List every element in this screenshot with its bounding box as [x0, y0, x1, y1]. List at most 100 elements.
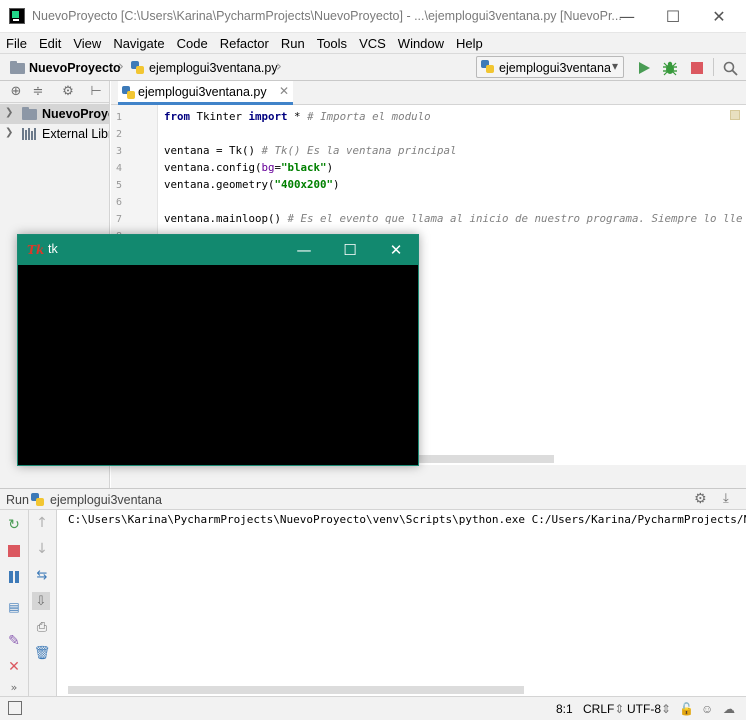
- line-number: 3: [116, 146, 123, 157]
- breadcrumb-chevron-icon: ›: [118, 57, 124, 75]
- pin-icon[interactable]: ✎: [5, 632, 23, 650]
- tk-maximize-button[interactable]: ☐: [327, 235, 373, 265]
- tk-title-bar[interactable]: Tk tk — ☐ ✕: [18, 235, 418, 265]
- arrow-up-icon[interactable]: ↑: [33, 514, 51, 532]
- stop-icon: [691, 62, 703, 74]
- code-line-7: ventana.mainloop() # Es el evento que ll…: [164, 212, 743, 225]
- editor-bottom-area: [111, 465, 746, 488]
- folder-icon: [10, 61, 25, 74]
- toolbar-separator: [713, 58, 714, 76]
- code-line-1: from Tkinter import * # Importa el modul…: [164, 110, 431, 123]
- tree-item-project[interactable]: ❯ NuevoProye: [0, 104, 110, 124]
- event-log-icon[interactable]: ☁: [723, 702, 735, 716]
- locate-target-icon[interactable]: ⊕: [9, 85, 23, 99]
- tree-item-label: External Libra: [42, 127, 109, 141]
- libraries-icon: [22, 128, 36, 140]
- menu-window[interactable]: Window: [398, 36, 444, 51]
- run-panel-title: Run: [6, 493, 29, 507]
- lock-icon[interactable]: 🔓: [679, 702, 694, 716]
- print-icon[interactable]: ⎙: [33, 618, 51, 636]
- python-file-icon: [122, 86, 136, 100]
- breadcrumb-project[interactable]: NuevoProyecto: [29, 61, 121, 75]
- hide-panel-icon[interactable]: ⤓: [723, 491, 729, 506]
- tree-item-label: NuevoProye: [42, 107, 110, 121]
- window-title: NuevoProyecto [C:\Users\Karina\PycharmPr…: [32, 9, 622, 23]
- menu-file[interactable]: File: [6, 36, 27, 51]
- tk-minimize-button[interactable]: —: [281, 235, 327, 265]
- console-horizontal-scrollbar[interactable]: [68, 686, 524, 694]
- inspector-icon[interactable]: ☺: [701, 702, 713, 716]
- run-config-tab[interactable]: ejemplogui3ventana: [50, 493, 162, 507]
- menu-tools[interactable]: Tools: [317, 36, 347, 51]
- gear-icon[interactable]: ⚙: [61, 85, 75, 99]
- soft-wrap-icon[interactable]: ⇆: [33, 566, 51, 584]
- stop-button[interactable]: [686, 57, 708, 79]
- rerun-icon[interactable]: ↻: [5, 516, 23, 534]
- tk-window-body[interactable]: [18, 265, 418, 465]
- maximize-button[interactable]: ☐: [650, 0, 696, 33]
- tab-ejemplogui3ventana[interactable]: ejemplogui3ventana.py ✕: [118, 81, 293, 105]
- run-icon: [639, 62, 650, 74]
- restore-layout-icon[interactable]: ▤: [5, 598, 23, 616]
- run-console[interactable]: C:\Users\Karina\PycharmProjects\NuevoPro…: [58, 510, 746, 686]
- scroll-to-end-icon[interactable]: ⇩: [32, 592, 50, 610]
- search-everywhere-button[interactable]: [719, 57, 741, 79]
- breadcrumb-file[interactable]: ejemplogui3ventana.py: [149, 61, 278, 75]
- caret-position[interactable]: 8:1: [556, 702, 573, 716]
- tk-close-button[interactable]: ✕: [373, 235, 419, 265]
- menu-run[interactable]: Run: [281, 36, 305, 51]
- tool-windows-icon[interactable]: [8, 701, 22, 715]
- inspection-status-icon[interactable]: [730, 110, 740, 120]
- gear-icon[interactable]: ⚙: [694, 491, 707, 507]
- close-tab-icon[interactable]: ✕: [279, 84, 289, 98]
- chevron-down-icon: ▾: [611, 59, 618, 73]
- line-number: 2: [116, 129, 123, 140]
- run-tool-window-header: Run ejemplogui3ventana ⚙ ⤓: [0, 488, 746, 510]
- tk-window[interactable]: Tk tk — ☐ ✕: [17, 234, 419, 466]
- code-line-5: ventana.geometry("400x200"): [164, 178, 340, 191]
- close-icon[interactable]: ✕: [5, 658, 23, 676]
- file-encoding-selector[interactable]: UTF-8⇕: [627, 702, 671, 716]
- code-line-3: ventana = Tk() # Tk() Es la ventana prin…: [164, 144, 457, 157]
- run-configuration-label: ejemplogui3ventana: [499, 61, 611, 75]
- line-number: 5: [116, 180, 123, 191]
- pycharm-logo-icon: [9, 8, 25, 24]
- navigation-bar: NuevoProyecto › ejemplogui3ventana.py › …: [0, 53, 746, 81]
- collapse-all-icon[interactable]: ≑: [31, 85, 45, 99]
- line-number: 7: [116, 214, 123, 225]
- run-button[interactable]: [633, 57, 655, 79]
- python-file-icon: [481, 60, 495, 74]
- tree-item-external-libraries[interactable]: ❯ External Libra: [0, 124, 109, 144]
- menu-refactor[interactable]: Refactor: [220, 36, 269, 51]
- bug-icon: [663, 61, 677, 76]
- console-output-line: C:\Users\Karina\PycharmProjects\NuevoPro…: [68, 513, 746, 526]
- breadcrumb-chevron-icon: ›: [276, 57, 282, 75]
- more-icon[interactable]: »: [5, 678, 23, 696]
- arrow-down-icon[interactable]: ↓: [33, 540, 51, 558]
- menu-view[interactable]: View: [73, 36, 101, 51]
- chevron-right-icon[interactable]: ❯: [5, 127, 13, 138]
- search-icon: [723, 61, 738, 76]
- run-panel-toolbar: ↻ ▤ ✎ ✕ » ↑ ↓ ⇆ ⇩ ⎙ 🗑: [0, 510, 57, 696]
- debug-button[interactable]: [659, 57, 681, 79]
- run-configuration-selector[interactable]: ejemplogui3ventana ▾: [476, 56, 624, 78]
- editor-horizontal-scrollbar[interactable]: [418, 455, 554, 463]
- project-toolbar: ⊕ ≑ ⚙ ⊢: [0, 81, 109, 103]
- hide-panel-icon[interactable]: ⊢: [89, 85, 103, 99]
- toolbar-separator: [28, 510, 29, 696]
- menu-help[interactable]: Help: [456, 36, 483, 51]
- tk-window-title: tk: [48, 242, 58, 256]
- line-number: 6: [116, 197, 123, 208]
- minimize-button[interactable]: —: [604, 0, 650, 33]
- line-separator-selector[interactable]: CRLF⇕: [583, 702, 624, 716]
- menu-code[interactable]: Code: [177, 36, 208, 51]
- menu-vcs[interactable]: VCS: [359, 36, 386, 51]
- chevron-right-icon[interactable]: ❯: [5, 107, 13, 118]
- close-button[interactable]: ✕: [696, 0, 742, 33]
- pause-icon[interactable]: [5, 568, 23, 586]
- tab-label: ejemplogui3ventana.py: [138, 85, 267, 99]
- menu-navigate[interactable]: Navigate: [113, 36, 164, 51]
- menu-edit[interactable]: Edit: [39, 36, 61, 51]
- trash-icon[interactable]: 🗑: [33, 644, 51, 662]
- stop-icon[interactable]: [5, 542, 23, 560]
